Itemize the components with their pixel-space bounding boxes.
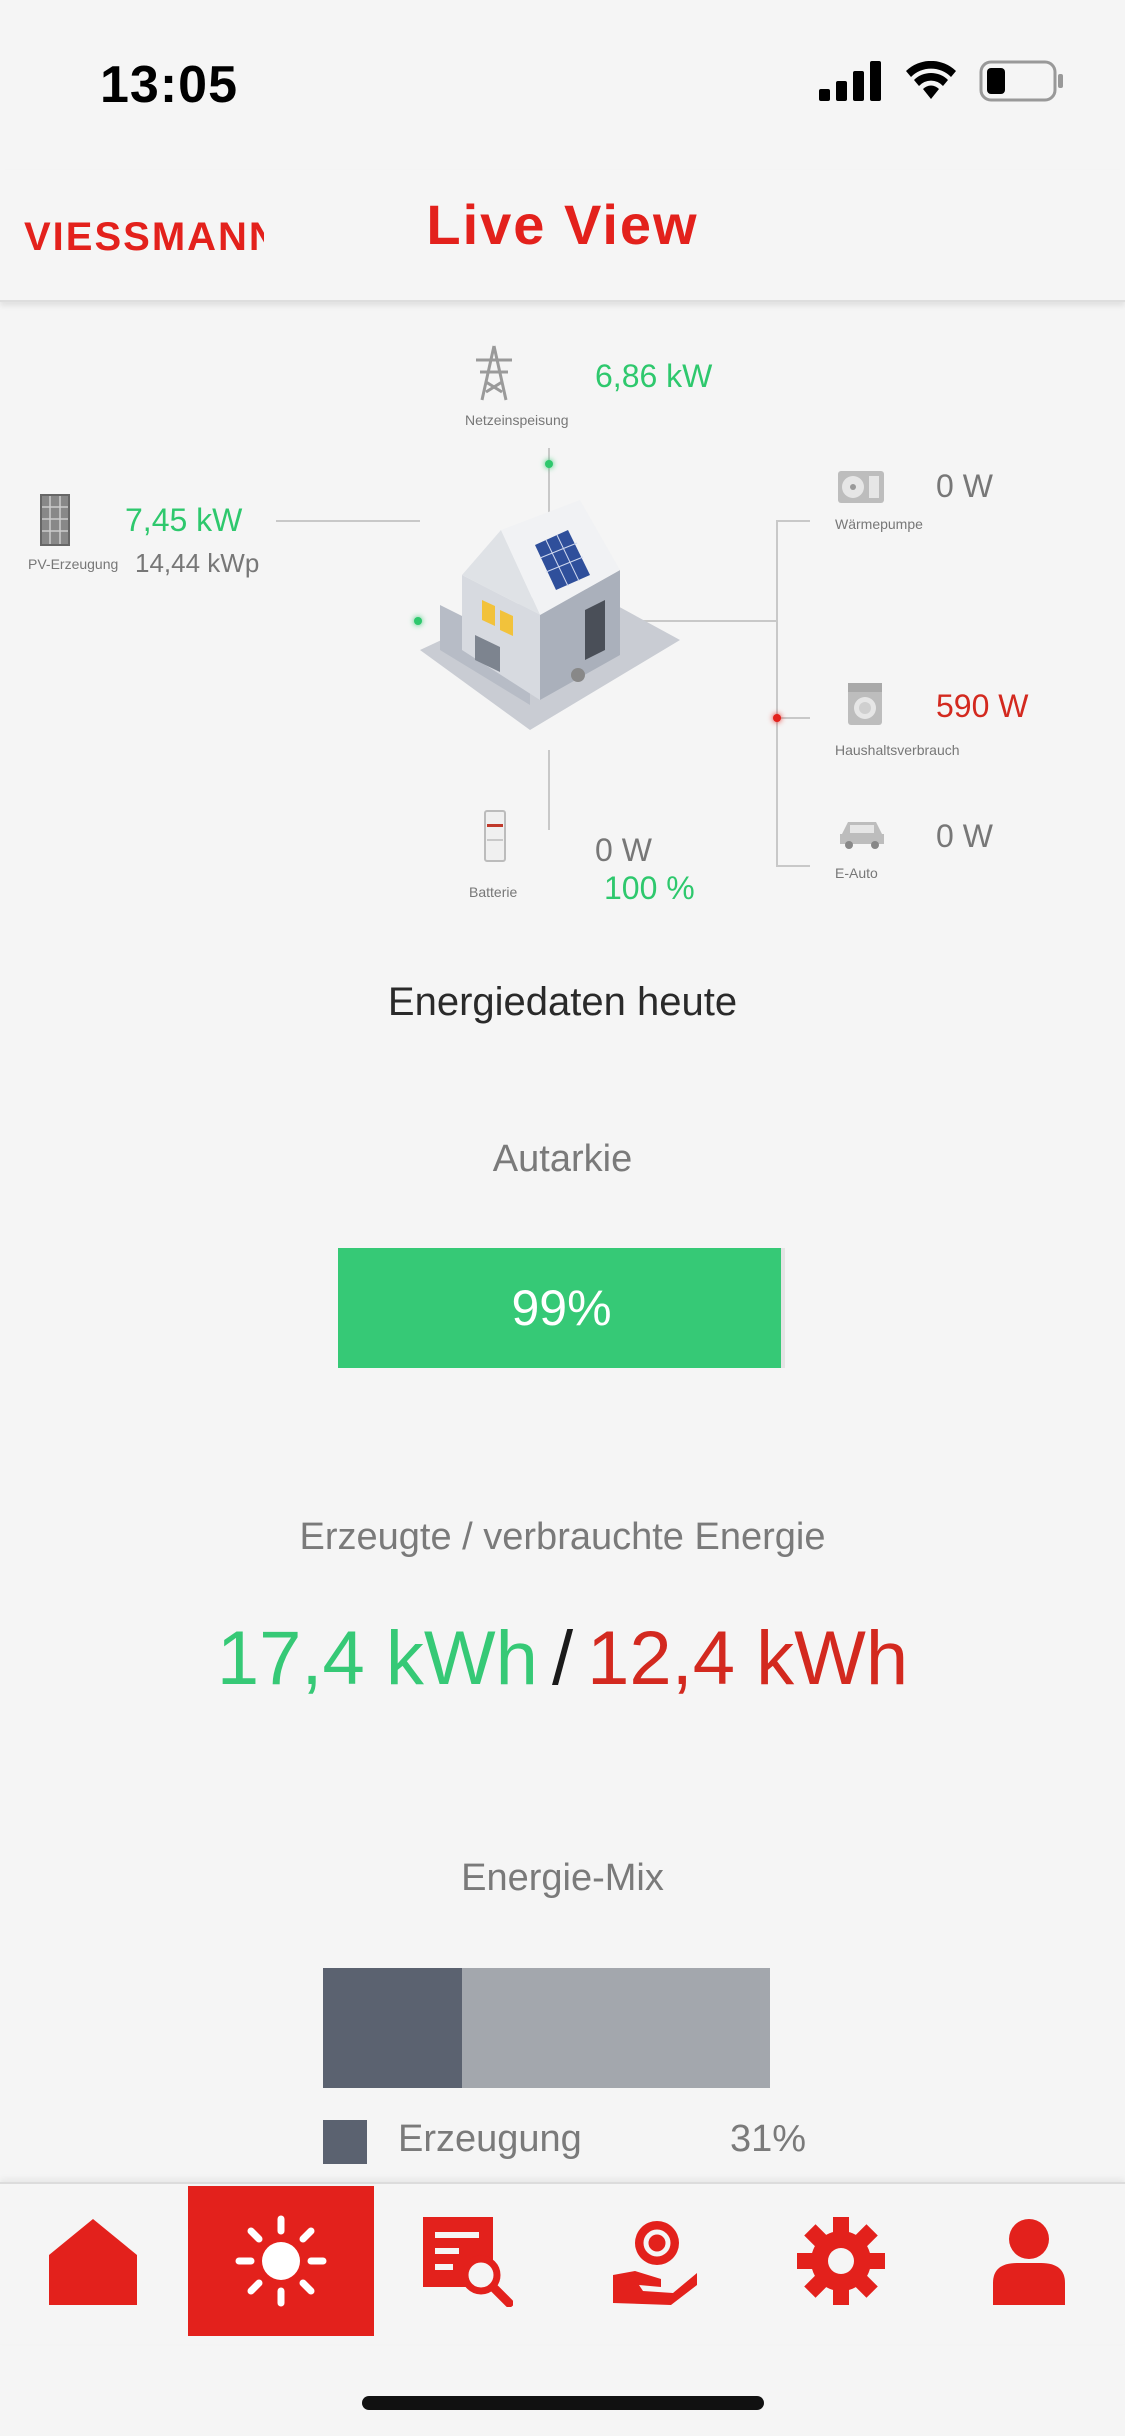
legend-label: Erzeugung [398,2118,582,2160]
home-indicator [362,2396,764,2410]
line-right-trunk [776,520,778,866]
nav-settings[interactable] [748,2186,934,2336]
energy-today-title: Energiedaten heute [387,980,738,1024]
live-view-screen: 13:05 VIESSMANN Live View PV-Erzeugung 7… [0,0,1125,2436]
line-household [776,717,810,719]
produced-energy: 17,4 kWh [216,1616,538,1701]
nav-live-view[interactable] [188,2186,374,2336]
nav-home[interactable] [0,2186,186,2336]
power-pylon-icon [476,345,512,401]
heatpump-label: Wärmepumpe [835,516,923,532]
status-time: 13:05 [100,56,238,114]
flow-dot-consumers [773,714,781,722]
battery-label: Batterie [469,884,518,900]
grid-label: Netzeinspeisung [465,412,569,428]
bottom-navigation [0,2182,1125,2344]
autarkie-value: 99% [511,1280,612,1336]
energy-flow-diagram: PV-Erzeugung 7,45 kW 14,44 kWp Netzeinsp… [0,320,1125,920]
search-report-icon [423,2217,513,2307]
app-header: VIESSMANN Live View [0,170,1125,302]
solar-panel-icon [40,494,70,546]
status-icons [819,60,1065,102]
pv-label: PV-Erzeugung [28,556,119,572]
hand-coin-icon [613,2221,697,2305]
mix-label: Energie-Mix [461,1857,664,1899]
washing-machine-icon [848,683,882,725]
nav-tariff[interactable] [562,2186,748,2336]
line-pv [308,520,420,522]
heat-pump-icon [838,471,884,503]
energy-separator: / [551,1616,574,1701]
page-title: Live View [426,193,699,256]
wifi-icon [906,61,956,99]
pv-value: 7,45 kW [125,502,243,538]
consumed-energy: 12,4 kWh [587,1616,909,1701]
mix-legend-item: Erzeugung 31% [323,2116,823,2166]
battery-soc: 100 % [604,870,695,906]
nav-analysis[interactable] [374,2186,560,2336]
line-heatpump [776,520,810,522]
sun-icon [235,2215,327,2307]
gear-icon [797,2217,885,2305]
energy-values: 17,4 kWh/12,4 kWh [0,1615,1125,1702]
line-ecar [776,865,810,867]
autarkie-label: Autarkie [492,1138,633,1180]
energy-mix-bar [323,1968,770,2088]
cellular-signal-icon [819,61,881,101]
home-icon [49,2219,137,2305]
grid-value: 6,86 kW [595,358,713,394]
user-icon [993,2219,1065,2305]
mix-segment-generation [323,1968,462,2088]
household-value: 590 W [936,688,1029,724]
battery-icon [979,60,1063,102]
mix-segment-other [461,1968,770,2088]
household-label: Haushaltsverbrauch [835,742,960,758]
battery-power: 0 W [595,832,652,868]
heatpump-value: 0 W [936,468,993,504]
autarkie-bar: 99% [338,1248,785,1368]
ecar-value: 0 W [936,818,993,854]
legend-value: 31% [730,2118,807,2160]
house-illustration [420,500,680,730]
battery-storage-icon [484,810,506,862]
status-bar: 13:05 [0,0,1125,170]
line-pv-top [276,520,308,522]
line-battery [548,750,550,830]
car-icon [840,822,884,849]
pv-peak: 14,44 kWp [135,548,260,578]
flow-dot-grid [545,460,553,468]
energy-label: Erzeugte / verbrauchte Energie [299,1516,826,1558]
ecar-label: E-Auto [835,865,878,881]
legend-swatch [323,2120,367,2164]
nav-profile[interactable] [936,2186,1122,2336]
